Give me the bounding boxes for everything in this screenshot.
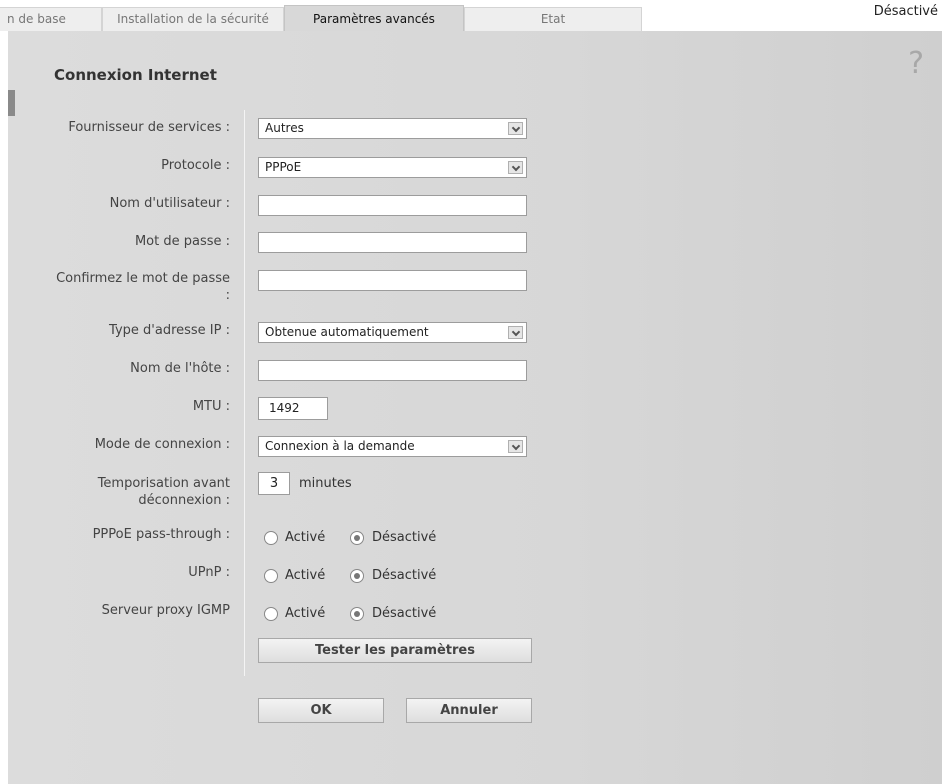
upnp-off-label[interactable]: Désactivé — [372, 568, 436, 583]
confirm-password-input[interactable] — [258, 270, 527, 291]
ip-type-select-value: Obtenue automatiquement — [265, 325, 429, 339]
username-input[interactable] — [258, 195, 527, 216]
password-label: Mot de passe : — [134, 234, 230, 249]
page-title: Connexion Internet — [54, 66, 217, 84]
password-input[interactable] — [258, 232, 527, 253]
protocol-label: Protocole : — [161, 158, 230, 173]
pppoe-passthrough-on-label[interactable]: Activé — [285, 530, 325, 545]
igmp-proxy-label: Serveur proxy IGMP — [101, 603, 230, 618]
tab-status[interactable]: Etat — [464, 7, 642, 31]
idle-timeout-label-line2: déconnexion : — [138, 493, 230, 508]
provider-label: Fournisseur de services : — [68, 120, 230, 135]
upnp-off-radio[interactable] — [350, 569, 364, 583]
protocol-select-value: PPPoE — [265, 160, 302, 174]
cancel-button[interactable]: Annuler — [406, 698, 532, 723]
chevron-down-icon[interactable] — [508, 122, 523, 135]
test-settings-button[interactable]: Tester les paramètres — [258, 638, 532, 663]
idle-timeout-input[interactable]: 3 — [258, 472, 290, 495]
upnp-on-radio[interactable] — [264, 569, 278, 583]
igmp-proxy-off-radio[interactable] — [350, 607, 364, 621]
provider-select[interactable]: Autres — [258, 118, 527, 139]
igmp-proxy-off-label[interactable]: Désactivé — [372, 606, 436, 621]
column-divider — [244, 110, 245, 676]
tab-advanced-settings[interactable]: Paramètres avancés — [284, 5, 464, 31]
ip-type-select[interactable]: Obtenue automatiquement — [258, 322, 527, 343]
mtu-input[interactable]: 1492 — [258, 397, 328, 420]
help-icon[interactable]: ? — [908, 46, 924, 81]
upnp-on-label[interactable]: Activé — [285, 568, 325, 583]
chevron-down-icon[interactable] — [508, 440, 523, 453]
scroll-marker[interactable] — [8, 90, 15, 116]
pppoe-passthrough-label: PPPoE pass-through : — [92, 527, 230, 542]
mtu-label: MTU : — [192, 399, 230, 414]
chevron-down-icon[interactable] — [508, 326, 523, 339]
connection-mode-select-value: Connexion à la demande — [265, 439, 415, 453]
pppoe-passthrough-off-radio[interactable] — [350, 531, 364, 545]
tab-basic-settings[interactable]: n de base — [0, 7, 102, 31]
confirm-password-label-line1: Confirmez le mot de passe — [56, 271, 230, 286]
tab-security-setup[interactable]: Installation de la sécurité — [102, 7, 284, 31]
confirm-password-label-line2: : — [225, 288, 230, 303]
igmp-proxy-on-label[interactable]: Activé — [285, 606, 325, 621]
pppoe-passthrough-off-label[interactable]: Désactivé — [372, 530, 436, 545]
pppoe-passthrough-on-radio[interactable] — [264, 531, 278, 545]
ok-button[interactable]: OK — [258, 698, 384, 723]
upnp-label: UPnP : — [188, 565, 230, 580]
connection-mode-select[interactable]: Connexion à la demande — [258, 436, 527, 457]
confirm-password-label: Confirmez le mot de passe : — [56, 270, 230, 304]
idle-timeout-unit: minutes — [299, 476, 352, 491]
username-label: Nom d'utilisateur : — [109, 196, 230, 211]
chevron-down-icon[interactable] — [508, 161, 523, 174]
idle-timeout-label: Temporisation avant déconnexion : — [98, 475, 230, 509]
hostname-label: Nom de l'hôte : — [130, 361, 230, 376]
tab-bar: n de base Installation de la sécurité Pa… — [0, 0, 942, 31]
provider-select-value: Autres — [265, 121, 304, 135]
ip-type-label: Type d'adresse IP : — [109, 323, 230, 338]
hostname-input[interactable] — [258, 360, 527, 381]
protocol-select[interactable]: PPPoE — [258, 157, 527, 178]
igmp-proxy-on-radio[interactable] — [264, 607, 278, 621]
idle-timeout-label-line1: Temporisation avant — [97, 476, 230, 491]
settings-panel — [8, 31, 942, 784]
connection-mode-label: Mode de connexion : — [94, 437, 230, 452]
top-status-text: Désactivé — [873, 4, 938, 19]
